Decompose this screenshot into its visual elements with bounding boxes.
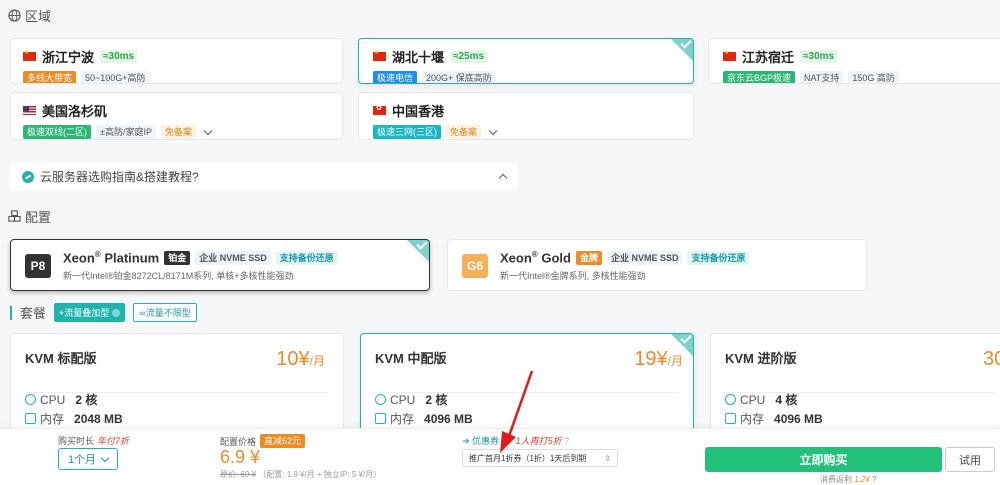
cpu-card-gold[interactable]: G6 Xeon® Gold 金牌 企业 NVME SSD 支持备份还原 新一代I… <box>447 239 867 291</box>
hongkong-flag-icon <box>373 104 386 115</box>
red-arrow-annotation <box>500 370 534 453</box>
china-flag-icon <box>723 49 736 61</box>
region-tag: 多线大带宽 <box>23 71 77 83</box>
region-card-ningbo[interactable]: 浙江宁波 ≈30ms 多线大带宽 50~100G+高防 <box>10 38 343 84</box>
region-card-hongkong[interactable]: 中国香港 极速三网(三区) 免备案 <box>358 92 694 140</box>
region-tag: 极速双线(二区) <box>23 125 91 139</box>
cpu-name: Xeon® Gold <box>500 250 571 266</box>
region-tag: 免备案 <box>446 125 482 139</box>
memory-icon <box>375 413 386 424</box>
region-name: 江苏宿迁 <box>742 50 795 65</box>
section-accent-bar <box>10 305 12 320</box>
cpu-desc: 新一代Intel®金牌系列, 多核性能强劲 <box>500 271 646 282</box>
server-guide-collapse[interactable]: 云服务器选购指南&搭建教程? <box>10 163 518 190</box>
rebate-text: 消费返利 1.2¥ ? <box>820 475 877 484</box>
backup-badge: 支持备份还原 <box>687 250 750 265</box>
region-card-shiyan[interactable]: 湖北十堰 ≈25ms 极速电信 200G+ 保底高防 <box>358 38 694 84</box>
region-name: 湖北十堰 <box>392 50 445 65</box>
cpu-card-platinum[interactable]: P8 Xeon® Platinum 铂金 企业 NVME SSD 支持备份还原 … <box>10 239 430 291</box>
china-flag-icon <box>373 49 386 61</box>
region-tag: 150G 高防 <box>848 71 899 83</box>
region-tag: ±高防/家庭IP <box>96 125 156 139</box>
region-name: 浙江宁波 <box>42 50 95 65</box>
cpu-spec: CPU 2 核 <box>25 391 97 408</box>
sort-icon: ⇕ <box>604 453 611 463</box>
latency-badge: ≈30ms <box>800 50 838 63</box>
package-section-title: 套餐 <box>20 306 47 321</box>
region-card-suqian[interactable]: 江苏宿迁 ≈30ms 京东云BGP极速 NAT支持 150G 高防 <box>708 38 1000 84</box>
latency-badge: ≈25ms <box>450 50 488 63</box>
plan-price: 19¥/月 <box>634 348 683 370</box>
cpu-spec: CPU 4 核 <box>725 391 797 408</box>
cpu-icon <box>375 394 386 405</box>
region-tag: 200G+ 保底高防 <box>422 71 496 83</box>
memory-spec: 内存 4096 MB <box>725 410 823 427</box>
guide-text: 云服务器选购指南&搭建教程? <box>40 170 199 184</box>
tier-badge: 铂金 <box>164 250 191 265</box>
latency-badge: ≈30ms <box>100 50 138 63</box>
region-tag: 免备案 <box>160 125 196 139</box>
traffic-plus-filter[interactable]: +流量叠加型 <box>54 303 126 322</box>
cpu-icon <box>725 394 736 405</box>
region-tag: NAT支持 <box>800 71 844 83</box>
chevron-up-icon[interactable] <box>498 173 508 183</box>
ssd-badge: 企业 NVME SSD <box>606 250 683 265</box>
plan-title: KVM 进阶版 <box>725 351 797 366</box>
buy-now-button[interactable]: 立即购买 <box>705 447 942 472</box>
region-tag: 50~100G+高防 <box>81 71 150 83</box>
cpu-icon <box>25 394 36 405</box>
duration-select[interactable]: 1个月 <box>58 448 118 470</box>
plan-price: 30 <box>983 348 1000 370</box>
cpu-badge: G6 <box>462 254 488 278</box>
chevron-down-icon[interactable] <box>488 126 498 135</box>
cubes-icon <box>8 210 21 222</box>
memory-icon <box>25 413 36 424</box>
region-name: 中国香港 <box>392 104 445 119</box>
china-flag-icon <box>23 49 36 61</box>
config-section-title: 配置 <box>8 207 51 226</box>
cpu-badge: P8 <box>25 254 51 278</box>
memory-spec: 内存 2048 MB <box>25 410 123 427</box>
ssd-badge: 企业 NVME SSD <box>195 250 271 265</box>
total-price: 6.9 ¥ <box>220 447 261 467</box>
region-tag: 京东云BGP极速 <box>723 71 796 83</box>
price-label: 配置价格 直减62元 <box>220 434 306 448</box>
region-card-los-angeles[interactable]: 美国洛杉矶 极速双线(二区) ±高防/家庭IP 免备案 <box>10 92 343 140</box>
traffic-unlimited-filter[interactable]: ∞流量不限型 <box>133 303 197 322</box>
cpu-name: Xeon® Platinum <box>63 250 160 266</box>
memory-icon <box>725 413 736 424</box>
coupon-icon: ➜ <box>462 436 470 446</box>
cpu-spec: CPU 2 核 <box>375 391 447 408</box>
leaf-icon <box>22 170 34 183</box>
trial-button[interactable]: 试用 <box>945 447 995 472</box>
plan-price: 10¥/月 <box>276 348 325 370</box>
chevron-down-icon <box>100 453 110 462</box>
package-row: 套餐 +流量叠加型 ∞流量不限型 <box>10 303 197 322</box>
globe-icon <box>8 9 21 22</box>
backup-badge: 支持备份还原 <box>275 250 338 265</box>
region-section-title: 区域 <box>8 6 51 25</box>
info-icon <box>112 308 121 317</box>
duration-label: 购买时长 年付7折 <box>58 436 130 446</box>
region-tag: 极速电信 <box>373 71 418 83</box>
discount-badge: 直减62元 <box>260 434 306 448</box>
cpu-desc: 新一代Intel®铂金8272CL/8171M系列, 单核+多核性能强劲 <box>63 271 294 282</box>
price-breakdown: 原价: 69 ¥ （配置: 1.9 ¥/月 + 独立IP: 5 ¥/月） <box>220 470 382 479</box>
region-name: 美国洛杉矶 <box>42 104 108 119</box>
region-tag: 极速三网(三区) <box>373 125 441 139</box>
us-flag-icon <box>23 106 36 115</box>
tier-badge: 金牌 <box>575 250 602 265</box>
memory-spec: 内存 4096 MB <box>375 410 473 427</box>
help-icon: ? <box>564 436 570 446</box>
chevron-down-icon[interactable] <box>203 126 213 135</box>
help-icon: ? <box>872 475 877 484</box>
